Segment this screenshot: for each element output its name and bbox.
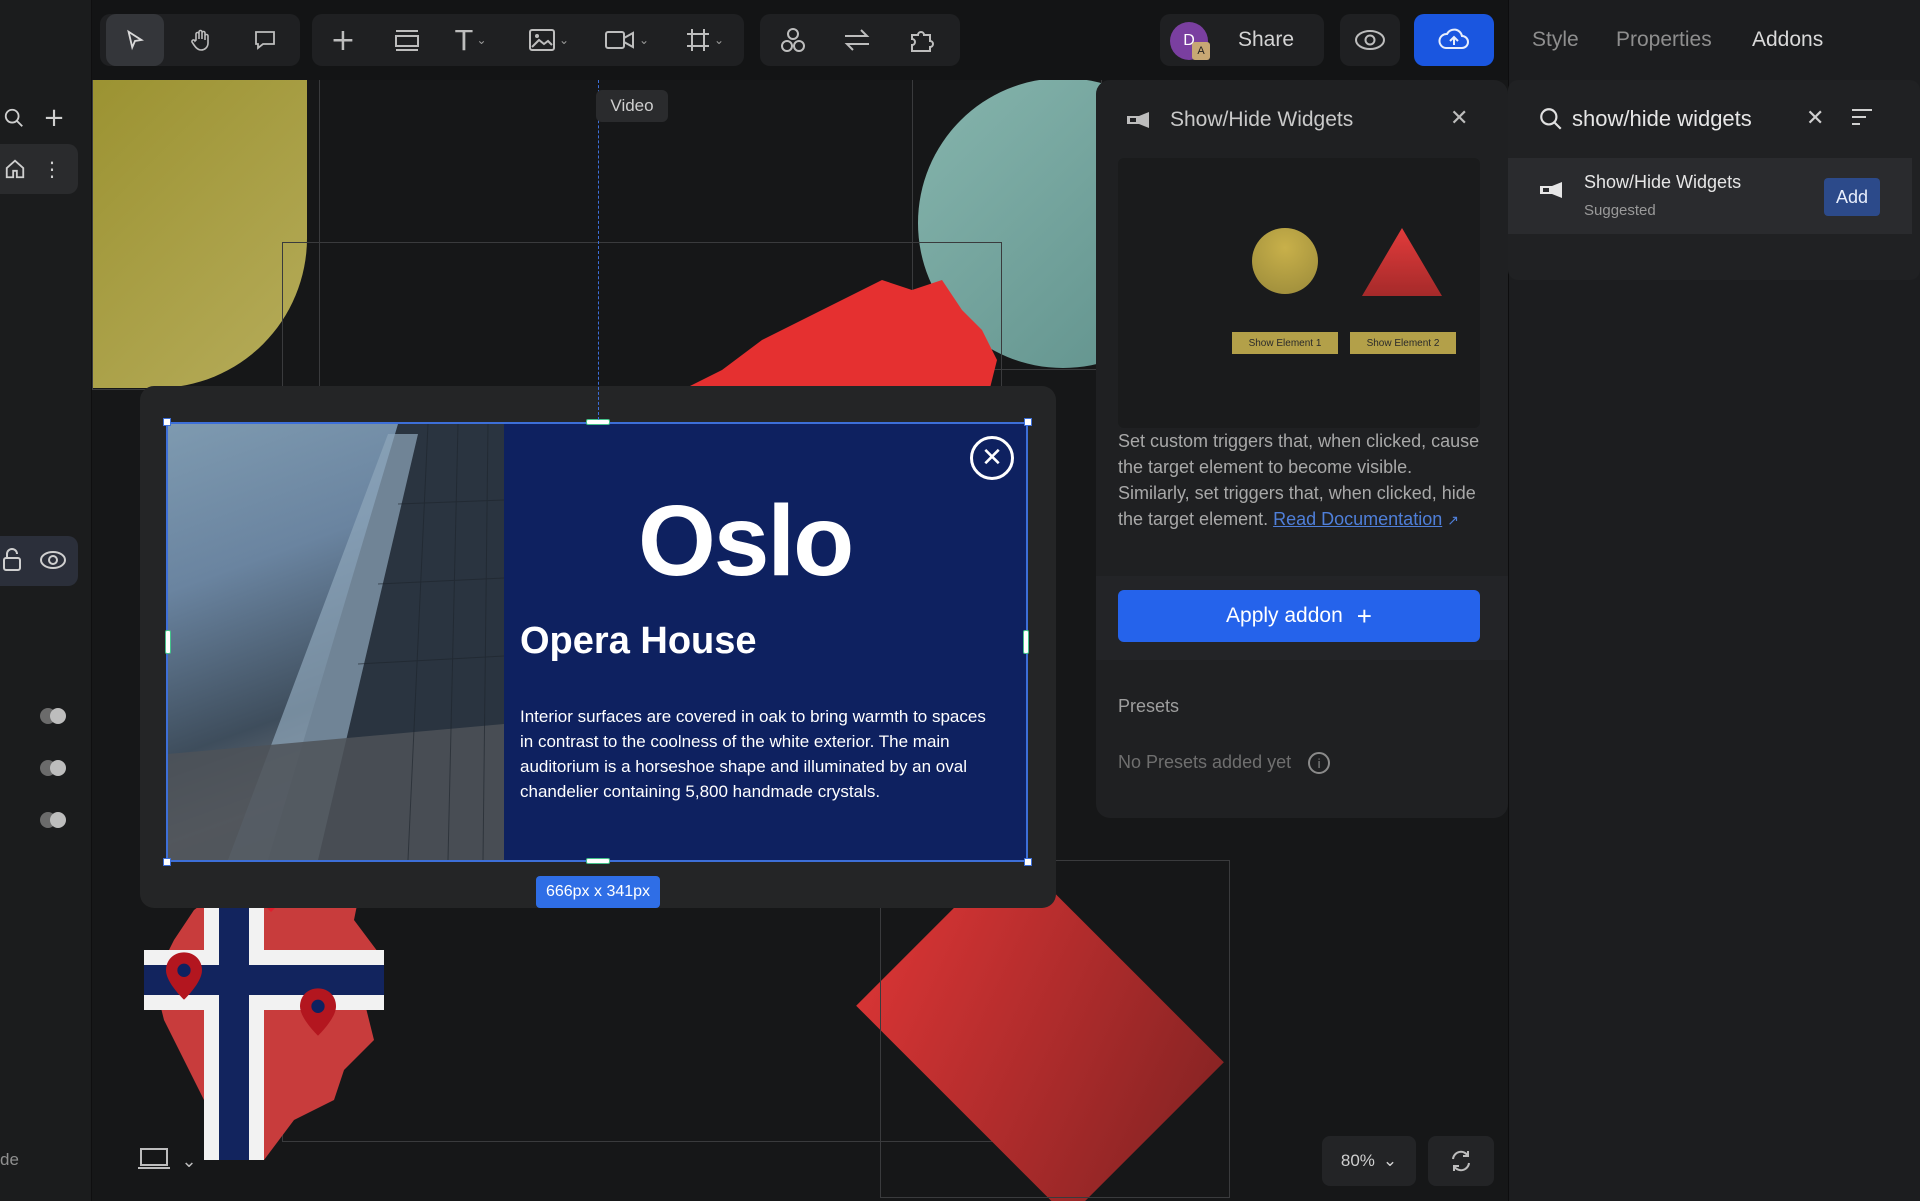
diamond-frame (880, 860, 1230, 1198)
container-tool-icon[interactable] (378, 14, 436, 66)
preview-button-1: Show Element 1 (1232, 332, 1338, 354)
zoom-control[interactable]: 80% ⌄ (1322, 1136, 1416, 1186)
no-presets-label: No Presets added yet (1118, 752, 1292, 772)
visibility-toggle[interactable] (40, 812, 66, 828)
read-documentation-link[interactable]: Read Documentation (1273, 509, 1442, 529)
external-link-icon: ↗ (1447, 512, 1459, 528)
flashlight-icon (1538, 180, 1566, 204)
card-city-title: Oslo (638, 485, 854, 597)
app-window: Oslo Opera House Interior surfaces are c… (0, 0, 1920, 1201)
hand-tool-icon[interactable] (172, 14, 230, 66)
map-pin-icon[interactable] (166, 952, 202, 1000)
resize-handle[interactable] (586, 858, 610, 864)
search-icon[interactable] (0, 104, 28, 132)
resize-handle[interactable] (163, 858, 171, 866)
device-select[interactable]: ⌄ (122, 1136, 212, 1186)
visibility-toggle[interactable] (40, 760, 66, 776)
bottom-left-label: de (0, 1150, 19, 1169)
tab-properties[interactable]: Properties (1616, 28, 1712, 52)
add-icon[interactable]: + (40, 103, 68, 133)
addon-result-title: Show/Hide Widgets (1584, 172, 1742, 192)
home-icon[interactable] (2, 156, 28, 182)
preview-triangle-shape (1362, 228, 1442, 296)
close-icon[interactable]: ✕ (1450, 106, 1468, 131)
text-tool-icon[interactable]: T ⌄ (442, 14, 500, 66)
resize-handle[interactable] (163, 418, 171, 426)
tab-addons[interactable]: Addons (1752, 28, 1823, 52)
map-pin-icon[interactable] (300, 988, 336, 1036)
resize-handle[interactable] (1023, 630, 1029, 654)
chevron-down-icon: ⌄ (1382, 1151, 1398, 1170)
info-icon[interactable]: i (1308, 752, 1331, 775)
card-body-text: Interior surfaces are covered in oak to … (520, 707, 986, 801)
zoom-level: 80% (1340, 1151, 1375, 1170)
image-tool-icon[interactable]: ⌄ (520, 14, 578, 66)
plus-icon: + (1356, 600, 1372, 631)
video-tool-icon[interactable]: ⌄ (598, 14, 656, 66)
preview-circle-shape (1252, 228, 1318, 294)
guide-line (598, 70, 599, 420)
interactions-icon[interactable] (828, 14, 886, 66)
resize-handle[interactable] (1024, 858, 1032, 866)
apply-addon-button[interactable]: Apply addon + (1118, 590, 1480, 642)
preview-button-2: Show Element 2 (1350, 332, 1456, 354)
apply-addon-label: Apply addon (1226, 604, 1343, 627)
addon-description: Set custom triggers that, when clicked, … (1118, 428, 1480, 533)
resize-handle[interactable] (165, 630, 171, 654)
search-icon (1538, 106, 1564, 136)
resize-handle[interactable] (1024, 418, 1032, 426)
presets-heading: Presets (1118, 696, 1180, 716)
no-presets-text: No Presets added yet i (1118, 752, 1331, 775)
add-addon-button[interactable]: Add (1824, 178, 1880, 216)
components-icon[interactable] (764, 14, 822, 66)
select-tool-icon[interactable] (106, 14, 164, 66)
close-icon[interactable]: ✕ (970, 436, 1014, 480)
left-sidebar: + ⋮ (0, 0, 92, 1201)
more-options-icon[interactable]: ⋮ (42, 156, 62, 182)
chevron-down-icon: ⌄ (181, 1150, 197, 1172)
avatar-badge: A (1192, 42, 1210, 60)
frame-tool-icon[interactable]: ⌄ (676, 14, 734, 66)
card-heading: Opera House (520, 620, 757, 662)
add-element-icon[interactable]: + (314, 14, 372, 66)
opera-house-photo[interactable] (168, 424, 504, 860)
preview-eye-icon[interactable] (1340, 14, 1400, 66)
plugins-icon[interactable] (892, 14, 950, 66)
addon-detail-title: Show/Hide Widgets (1170, 108, 1354, 131)
visibility-toggle[interactable] (40, 708, 66, 724)
clear-search-icon[interactable]: ✕ (1806, 106, 1824, 131)
tab-style[interactable]: Style (1532, 28, 1579, 52)
oslo-popup-card[interactable]: Oslo Opera House Interior surfaces are c… (166, 422, 1028, 862)
unlock-icon[interactable] (0, 546, 24, 574)
comment-tool-icon[interactable] (236, 14, 294, 66)
refresh-icon[interactable] (1428, 1136, 1494, 1186)
filter-sort-icon[interactable] (1850, 106, 1874, 132)
visibility-eye-icon[interactable] (38, 546, 68, 574)
flashlight-icon (1124, 110, 1154, 134)
publish-cloud-button[interactable] (1414, 14, 1494, 66)
dimensions-badge: 666px x 341px (536, 876, 660, 908)
laptop-icon (137, 1146, 171, 1176)
addon-result-subtitle: Suggested (1584, 202, 1656, 219)
video-tooltip: Video (596, 90, 668, 122)
addon-search-input[interactable]: show/hide widgets (1572, 106, 1752, 132)
share-button[interactable]: Share (1238, 28, 1294, 52)
